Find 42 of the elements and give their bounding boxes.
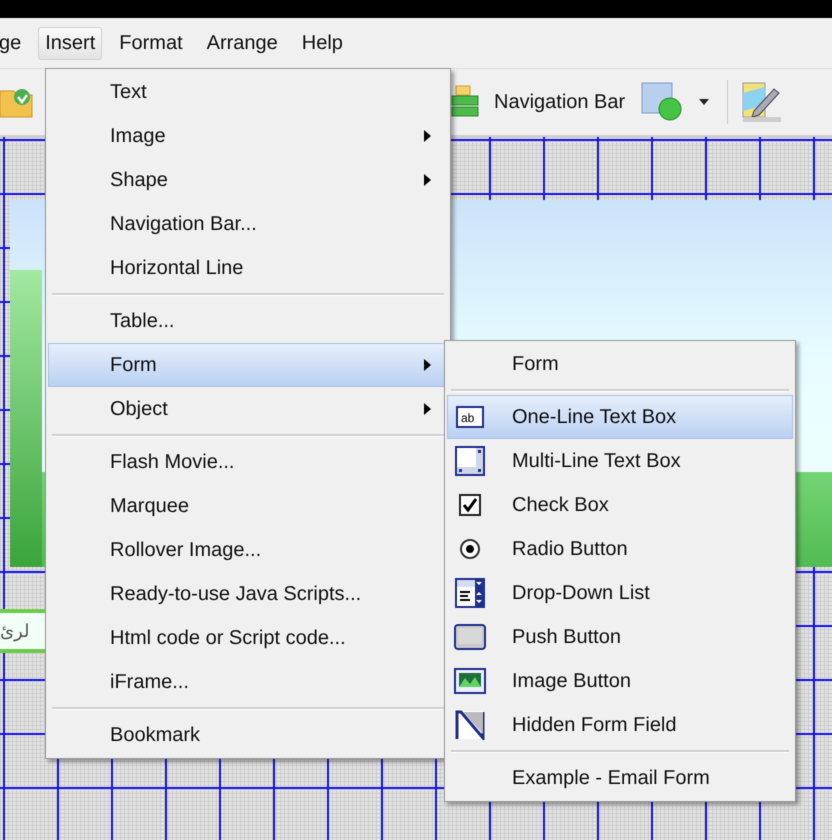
menu-item[interactable]: ab One-Line Text Box <box>447 395 793 439</box>
push-button-icon <box>454 624 486 650</box>
menu-bar-item[interactable]: Format <box>112 26 190 60</box>
menu-bar-item[interactable]: Insert <box>38 26 102 60</box>
pencil-icon[interactable] <box>742 81 782 123</box>
navigation-bar-icon <box>450 85 480 119</box>
menu-item[interactable]: Flash Movie... <box>48 440 448 484</box>
menu-item[interactable]: Form <box>447 342 793 386</box>
radio-button-icon <box>459 538 481 560</box>
checkbox-icon <box>458 493 482 517</box>
menu-item[interactable]: Shape <box>48 158 448 202</box>
menu-item[interactable]: Table... <box>48 299 448 343</box>
shape-icon <box>641 82 684 122</box>
menu-bar-item[interactable]: Help <box>294 26 350 60</box>
menu-item[interactable]: Horizontal Line <box>48 246 448 290</box>
menu-item[interactable]: Bookmark <box>48 713 448 757</box>
text-area-icon <box>455 446 485 476</box>
menu-item[interactable]: Rollover Image... <box>48 528 448 572</box>
list-box-icon <box>455 578 485 608</box>
menu-bar-item[interactable]: Arrange <box>200 26 285 60</box>
menu-item[interactable]: Object <box>48 387 448 431</box>
menu-item[interactable]: Drop-Down List <box>447 571 793 615</box>
menu-item[interactable]: Navigation Bar... <box>48 202 448 246</box>
menu-item[interactable]: Push Button <box>447 615 793 659</box>
menu-item[interactable]: Html code or Script code... <box>48 616 448 660</box>
picture-icon <box>454 668 486 694</box>
menu-item[interactable]: Ready-to-use Java Scripts... <box>48 572 448 616</box>
menu-bar-item[interactable]: ge <box>0 26 28 60</box>
menu-item[interactable]: Check Box <box>447 483 793 527</box>
menu-item[interactable]: Hidden Form Field <box>447 703 793 747</box>
navigation-bar-button[interactable]: Navigation Bar <box>446 83 630 121</box>
text-box-icon: ab <box>456 405 484 429</box>
hidden-field-icon <box>455 710 485 740</box>
menu-item[interactable]: Text <box>48 70 448 114</box>
menu-item[interactable]: Image <box>48 114 448 158</box>
menu-item[interactable]: iFrame... <box>48 660 448 704</box>
menu-item[interactable]: Image Button <box>447 659 793 703</box>
menu-item[interactable]: Radio Button <box>447 527 793 571</box>
caret-icon <box>699 99 710 105</box>
menu-item[interactable]: Example - Email Form <box>447 756 793 800</box>
menu-item[interactable]: Marquee <box>48 484 448 528</box>
menu-item[interactable]: Multi-Line Text Box <box>447 439 793 483</box>
